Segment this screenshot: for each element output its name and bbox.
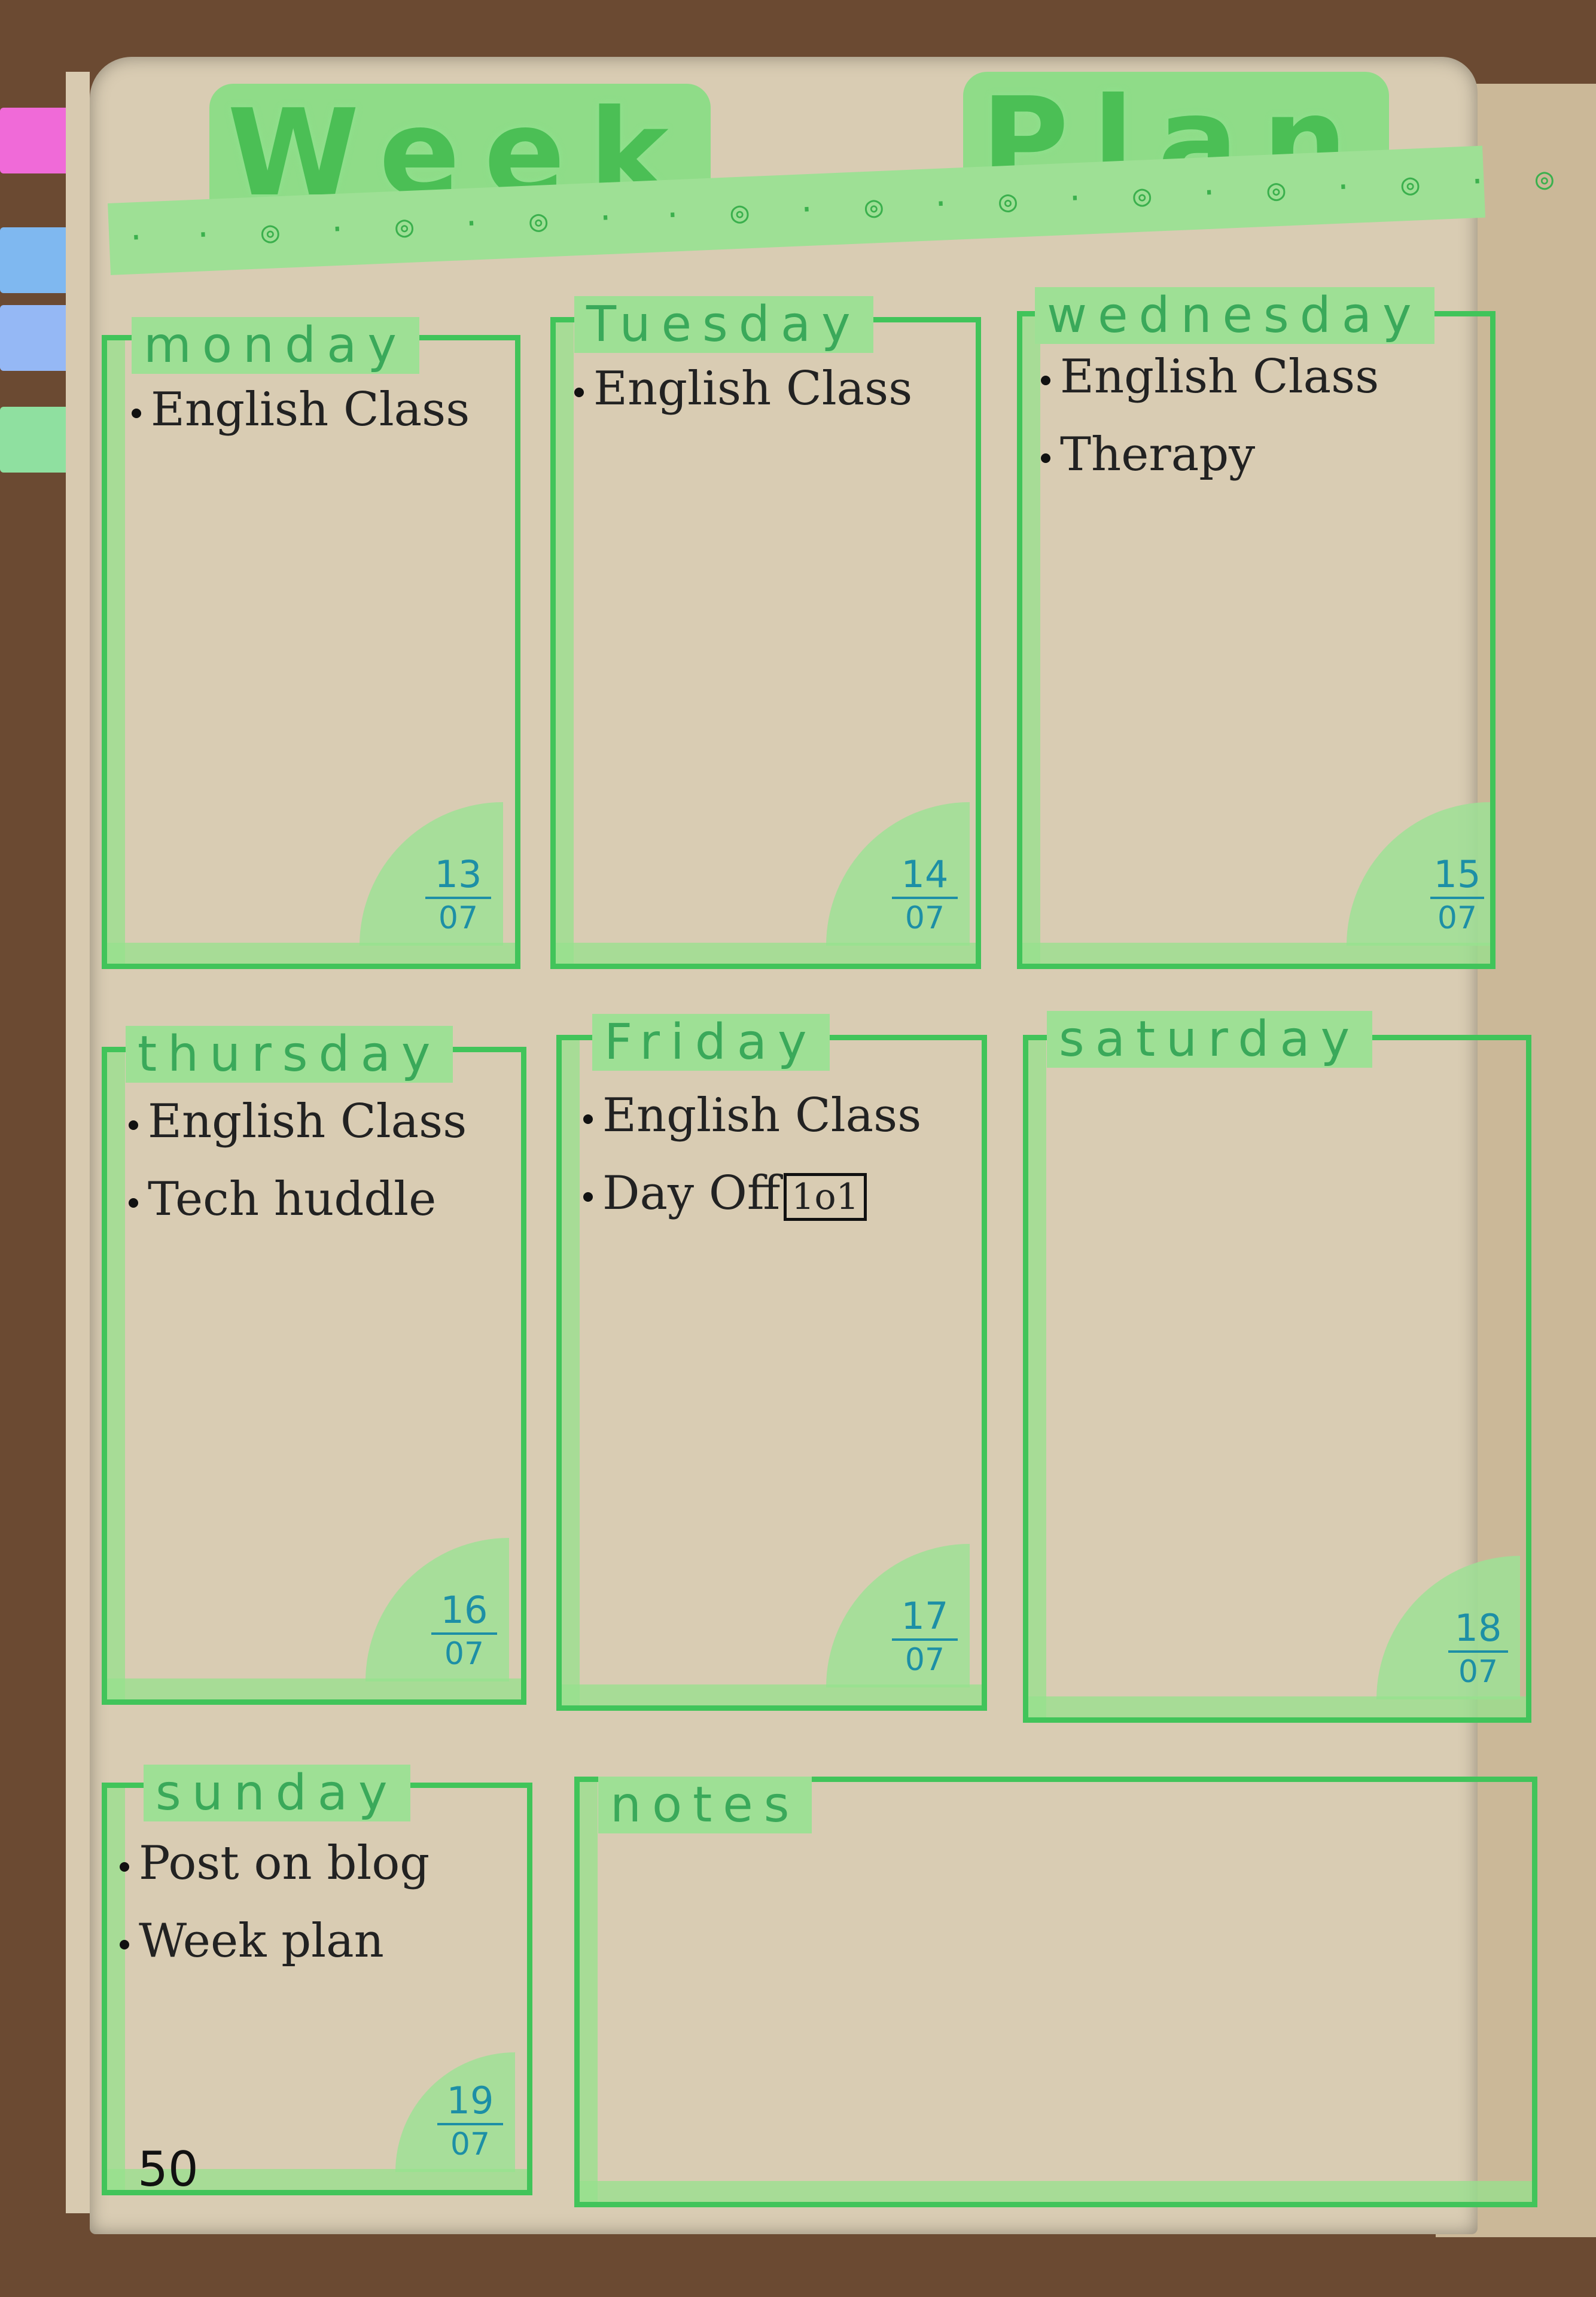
task-item: English Class [583,1089,921,1143]
task-item: Tech huddle [129,1172,467,1226]
date-tuesday: 14 07 [892,856,958,934]
day-label-friday: Friday [592,1014,830,1071]
page-number: 50 [138,2141,199,2197]
task-list-tuesday: English Class [574,356,912,440]
task-list-sunday: Post on blog Week plan [120,1830,430,1992]
day-label-wednesday: wednesday [1035,287,1434,344]
sticky-tabs [0,108,84,586]
day-off-badge: 1o1 [784,1173,867,1221]
task-item: Post on blog [120,1836,430,1890]
task-list-wednesday: English Class Therapy [1041,344,1379,505]
notes-box [574,1777,1537,2207]
day-label-thursday: thursday [126,1026,453,1083]
day-label-saturday: saturday [1047,1011,1373,1068]
date-monday: 13 07 [425,856,491,934]
date-friday: 17 07 [892,1598,958,1675]
notebook-edge [66,72,90,2213]
date-thursday: 16 07 [431,1592,497,1670]
day-label-sunday: sunday [144,1765,410,1821]
task-item: English Class [1041,350,1379,404]
task-item: Day Off 1o1 [583,1166,921,1221]
task-list-thursday: English Class Tech huddle [129,1089,467,1250]
date-wednesday: 15 07 [1430,856,1484,934]
task-item: English Class [132,383,470,437]
day-label-monday: monday [132,317,419,374]
task-item: Therapy [1041,428,1379,482]
task-item: Week plan [120,1914,430,1968]
date-sunday: 19 07 [437,2082,503,2160]
task-item: English Class [129,1095,467,1148]
task-list-monday: English Class [132,377,470,461]
date-saturday: 18 07 [1448,1610,1508,1687]
notes-label: notes [598,1777,812,1833]
task-list-friday: English Class Day Off 1o1 [583,1083,921,1245]
day-label-tuesday: Tuesday [574,296,873,353]
day-box-saturday: 18 07 [1023,1035,1531,1723]
task-item: English Class [574,362,912,416]
